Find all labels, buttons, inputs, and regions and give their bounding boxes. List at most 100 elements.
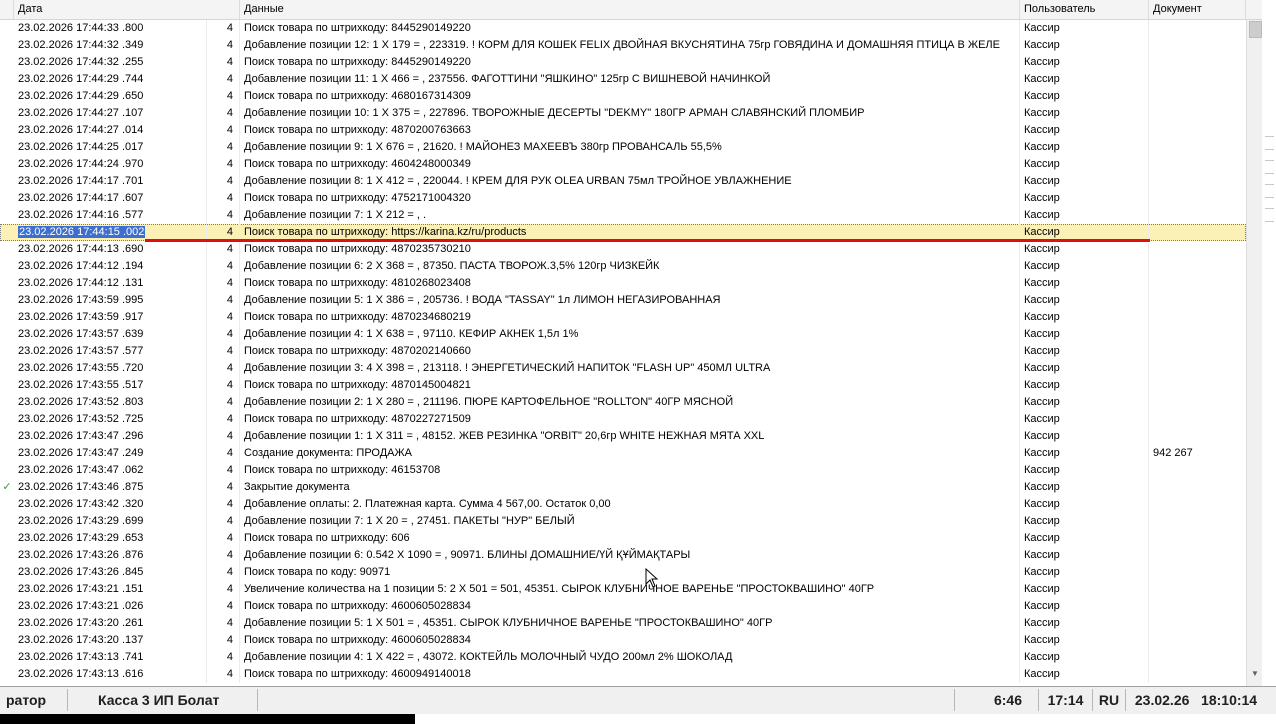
table-row[interactable]: 23.02.2026 17:43:52 .725 4 Поиск товара по… [0,411,1246,428]
cell-date-text: 23.02.2026 17:43:59 .995 [18,294,144,306]
cell-date: 23.02.2026 17:43:57 .639 [14,326,207,343]
vertical-scrollbar[interactable]: ▼ [1246,20,1262,686]
table-row[interactable]: 23.02.2026 17:44:29 .650 4 Поиск товара по… [0,88,1246,105]
cell-user-text: Кассир [1024,277,1060,289]
cell-level-text: 4 [226,362,233,374]
table-row[interactable]: 23.02.2026 17:43:13 .616 4 Поиск товара по… [0,666,1246,683]
cell-user: Кассир [1020,275,1149,292]
cell-user: Кассир [1020,530,1149,547]
cell-date: 23.02.2026 17:43:21 .151 [14,581,207,598]
cell-data-text: Поиск товара по штрихкоду: 4752171004320 [244,192,471,204]
cell-user-text: Кассир [1024,362,1060,374]
cell-user: Кассир [1020,20,1149,37]
cell-data-text: Поиск товара по штрихкоду: 4810268023408 [244,277,471,289]
table-row[interactable]: 23.02.2026 17:43:55 .517 4 Поиск товара по… [0,377,1246,394]
cell-document [1149,598,1246,615]
table-row[interactable]: 23.02.2026 17:43:21 .151 4 Увеличение коли… [0,581,1246,598]
table-row[interactable]: 23.02.2026 17:44:33 .800 4 Поиск товара по… [0,20,1246,37]
table-row[interactable]: 23.02.2026 17:43:13 .741 4 Добавление пози… [0,649,1246,666]
cell-document [1149,496,1246,513]
cell-data: Добавление позиции 4: 1 X 422 = , 43072.… [240,649,1020,666]
row-mark-empty [0,496,14,513]
cell-date: 23.02.2026 17:43:29 .699 [14,513,207,530]
table-row[interactable]: 23.02.2026 17:43:20 .261 4 Добавление пози… [0,615,1246,632]
table-row[interactable]: 23.02.2026 17:43:59 .995 4 Добавление пози… [0,292,1246,309]
cell-document [1149,428,1246,445]
cell-user-text: Кассир [1024,175,1060,187]
table-row[interactable]: 23.02.2026 17:43:42 .320 4 Добавление опла… [0,496,1246,513]
table-row[interactable]: 23.02.2026 17:43:21 .026 4 Поиск товара по… [0,598,1246,615]
table-row[interactable]: 23.02.2026 17:43:47 .249 4 Создание докуме… [0,445,1246,462]
cell-date-text: 23.02.2026 17:44:33 .800 [18,22,144,34]
table-row[interactable]: 23.02.2026 17:43:59 .917 4 Поиск товара по… [0,309,1246,326]
cell-level-text: 4 [226,430,233,442]
table-row[interactable]: 23.02.2026 17:44:27 .014 4 Поиск товара по… [0,122,1246,139]
cell-level-text: 4 [226,481,233,493]
table-row[interactable]: 23.02.2026 17:44:17 .701 4 Добавление пози… [0,173,1246,190]
table-row[interactable]: 23.02.2026 17:44:27 .107 4 Добавление пози… [0,105,1246,122]
table-row[interactable]: 23.02.2026 17:44:16 .577 4 Добавление пози… [0,207,1246,224]
cell-user: Кассир [1020,309,1149,326]
table-row[interactable]: 23.02.2026 17:44:17 .607 4 Поиск товара по… [0,190,1246,207]
table-row[interactable]: 23.02.2026 17:44:25 .017 4 Добавление пози… [0,139,1246,156]
row-mark-empty [0,513,14,530]
cell-data: Создание документа: ПРОДАЖА [240,445,1020,462]
row-mark-empty [0,598,14,615]
table-row[interactable]: 23.02.2026 17:43:29 .699 4 Добавление пози… [0,513,1246,530]
cell-date-text: 23.02.2026 17:43:20 .137 [18,634,144,646]
status-language[interactable]: RU [1093,689,1126,711]
table-row[interactable]: 23.02.2026 17:43:20 .137 4 Поиск товара по… [0,632,1246,649]
cell-level-text: 4 [226,651,233,663]
cell-data-text: Добавление позиции 7: 1 X 20 = , 27451. … [244,515,575,527]
cell-level: 4 [207,394,240,411]
cell-level: 4 [207,105,240,122]
cell-user: Кассир [1020,445,1149,462]
cell-date: 23.02.2026 17:43:26 .876 [14,547,207,564]
cell-document [1149,275,1246,292]
table-row[interactable]: 23.02.2026 17:44:24 .970 4 Поиск товара по… [0,156,1246,173]
header-document[interactable]: Документ [1149,0,1246,19]
table-row[interactable]: ✓ 23.02.2026 17:43:46 .875 4 Закрытие докум… [0,479,1246,496]
cell-level-text: 4 [226,328,233,340]
table-row[interactable]: 23.02.2026 17:43:29 .653 4 Поиск товара по… [0,530,1246,547]
table-row[interactable]: 23.02.2026 17:43:26 .876 4 Добавление пози… [0,547,1246,564]
header-data[interactable]: Данные [240,0,1020,19]
cell-date: 23.02.2026 17:44:17 .701 [14,173,207,190]
table-row[interactable]: 23.02.2026 17:44:32 .255 4 Поиск товара по… [0,54,1246,71]
table-row[interactable]: 23.02.2026 17:43:52 .803 4 Добавление пози… [0,394,1246,411]
cell-data-text: Поиск товара по штрихкоду: 4870227271509 [244,413,471,425]
cell-level-text: 4 [226,277,233,289]
cell-date-text: 23.02.2026 17:43:57 .577 [18,345,144,357]
cell-date-text: 23.02.2026 17:44:29 .744 [18,73,144,85]
table-row[interactable]: 23.02.2026 17:44:12 .131 4 Поиск товара по… [0,275,1246,292]
table-row[interactable]: 23.02.2026 17:44:32 .349 4 Добавление пози… [0,37,1246,54]
header-date[interactable]: Дата [14,0,240,19]
cell-user-text: Кассир [1024,464,1060,476]
cell-document [1149,581,1246,598]
status-operator: ратор [0,689,68,711]
header-user[interactable]: Пользователь [1020,0,1149,19]
row-mark-empty [0,377,14,394]
table-row[interactable]: 23.02.2026 17:43:26 .845 4 Поиск товара по… [0,564,1246,581]
cell-data-text: Добавление позиции 2: 1 X 280 = , 211196… [244,396,734,408]
journal-grid[interactable]: Дата Данные Пользователь Документ 23.02.… [0,0,1262,686]
table-row[interactable]: 23.02.2026 17:44:12 .194 4 Добавление пози… [0,258,1246,275]
cell-level-text: 4 [226,260,233,272]
table-row[interactable]: 23.02.2026 17:43:55 .720 4 Добавление пози… [0,360,1246,377]
cell-document [1149,479,1246,496]
cell-document [1149,564,1246,581]
cell-document [1149,139,1246,156]
cell-data-text: Поиск товара по штрихкоду: 4600605028834 [244,634,471,646]
table-row[interactable]: 23.02.2026 17:44:29 .744 4 Добавление пози… [0,71,1246,88]
table-row[interactable]: 23.02.2026 17:43:57 .639 4 Добавление пози… [0,326,1246,343]
row-mark-empty [0,411,14,428]
cell-user-text: Кассир [1024,515,1060,527]
table-row[interactable]: 23.02.2026 17:44:13 .690 4 Поиск товара по… [0,241,1246,258]
table-row[interactable]: 23.02.2026 17:43:47 .062 4 Поиск товара по… [0,462,1246,479]
scrollbar-thumb[interactable] [1249,21,1262,38]
table-row[interactable]: 23.02.2026 17:43:47 .296 4 Добавление пози… [0,428,1246,445]
table-row[interactable]: 23.02.2026 17:43:57 .577 4 Поиск товара по… [0,343,1246,360]
chevron-down-icon[interactable]: ▼ [1247,666,1262,682]
cell-data-text: Добавление позиции 9: 1 X 676 = , 21620.… [244,141,722,153]
cell-level-text: 4 [226,107,233,119]
